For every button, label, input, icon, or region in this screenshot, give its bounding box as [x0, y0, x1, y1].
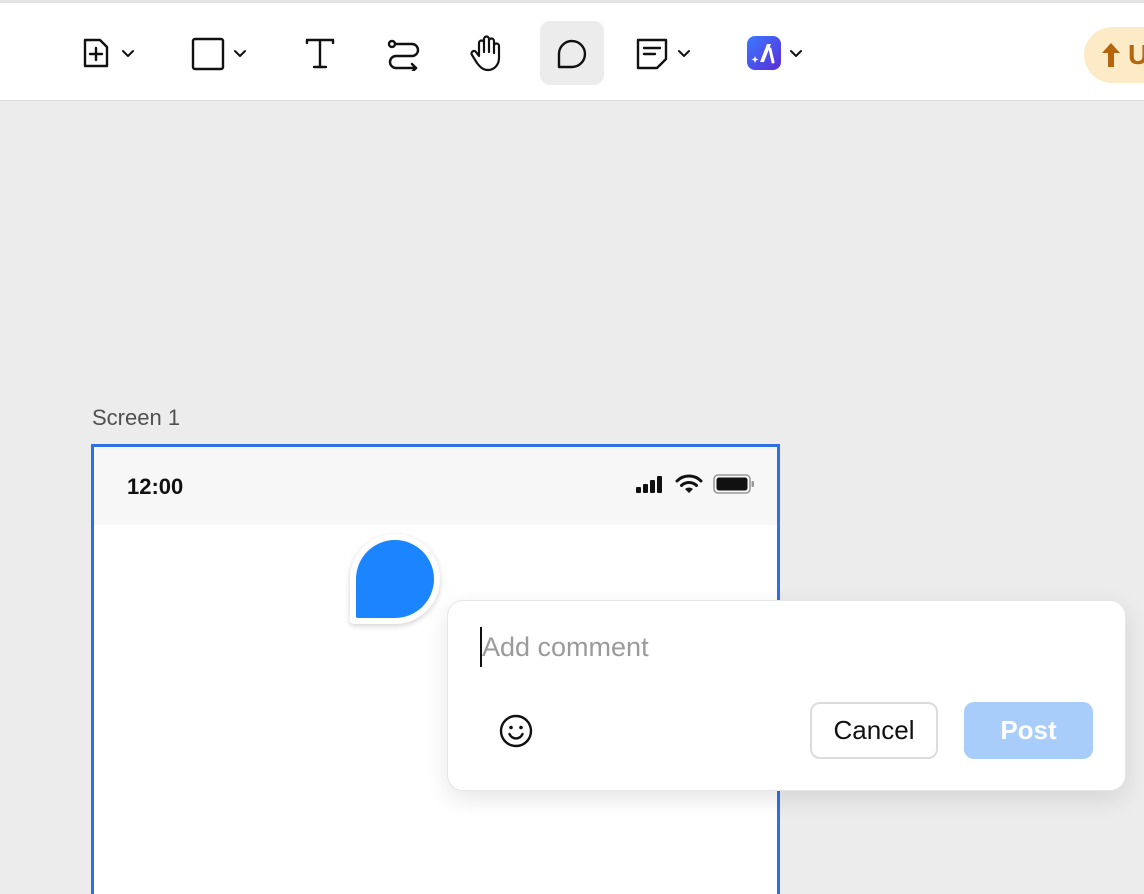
chevron-down-icon[interactable]	[120, 45, 136, 61]
chevron-down-icon[interactable]	[676, 45, 692, 61]
post-button[interactable]: Post	[964, 702, 1093, 759]
square-icon	[191, 37, 225, 71]
comment-tool[interactable]	[540, 21, 604, 85]
text-tool[interactable]	[302, 21, 338, 85]
wifi-icon	[675, 474, 703, 493]
ai-tool[interactable]	[746, 21, 804, 85]
sticky-note-tool[interactable]	[634, 21, 692, 85]
comment-pin[interactable]	[350, 534, 440, 624]
comment-input[interactable]	[480, 627, 1080, 667]
speech-bubble-icon	[557, 39, 587, 69]
cancel-button[interactable]: Cancel	[810, 702, 938, 759]
status-time: 12:00	[127, 474, 184, 499]
status-icons	[635, 474, 755, 494]
upgrade-button[interactable]: U	[1084, 27, 1144, 83]
insert-frame-tool[interactable]	[78, 21, 136, 85]
plus-square-icon	[83, 38, 109, 68]
comment-composer: Cancel Post	[447, 600, 1126, 791]
hand-icon	[470, 35, 501, 72]
comment-pin-fill	[356, 540, 434, 618]
text-T-icon	[305, 38, 335, 69]
signal-icon	[636, 476, 662, 493]
status-bar: 12:00	[94, 447, 777, 525]
toolbar: U	[0, 0, 1144, 101]
arrow-up-icon	[1102, 43, 1120, 67]
chevron-down-icon[interactable]	[232, 45, 248, 61]
upgrade-label: U	[1128, 39, 1144, 70]
note-icon	[636, 38, 668, 70]
emoji-icon[interactable]	[498, 713, 534, 749]
connector-tool[interactable]	[386, 21, 422, 85]
connector-icon	[387, 39, 420, 71]
frame-label[interactable]: Screen 1	[92, 405, 180, 431]
shape-tool[interactable]	[190, 21, 248, 85]
hand-tool[interactable]	[469, 21, 505, 85]
ai-app-icon	[747, 36, 781, 70]
battery-icon	[713, 474, 754, 494]
chevron-down-icon[interactable]	[788, 45, 804, 61]
